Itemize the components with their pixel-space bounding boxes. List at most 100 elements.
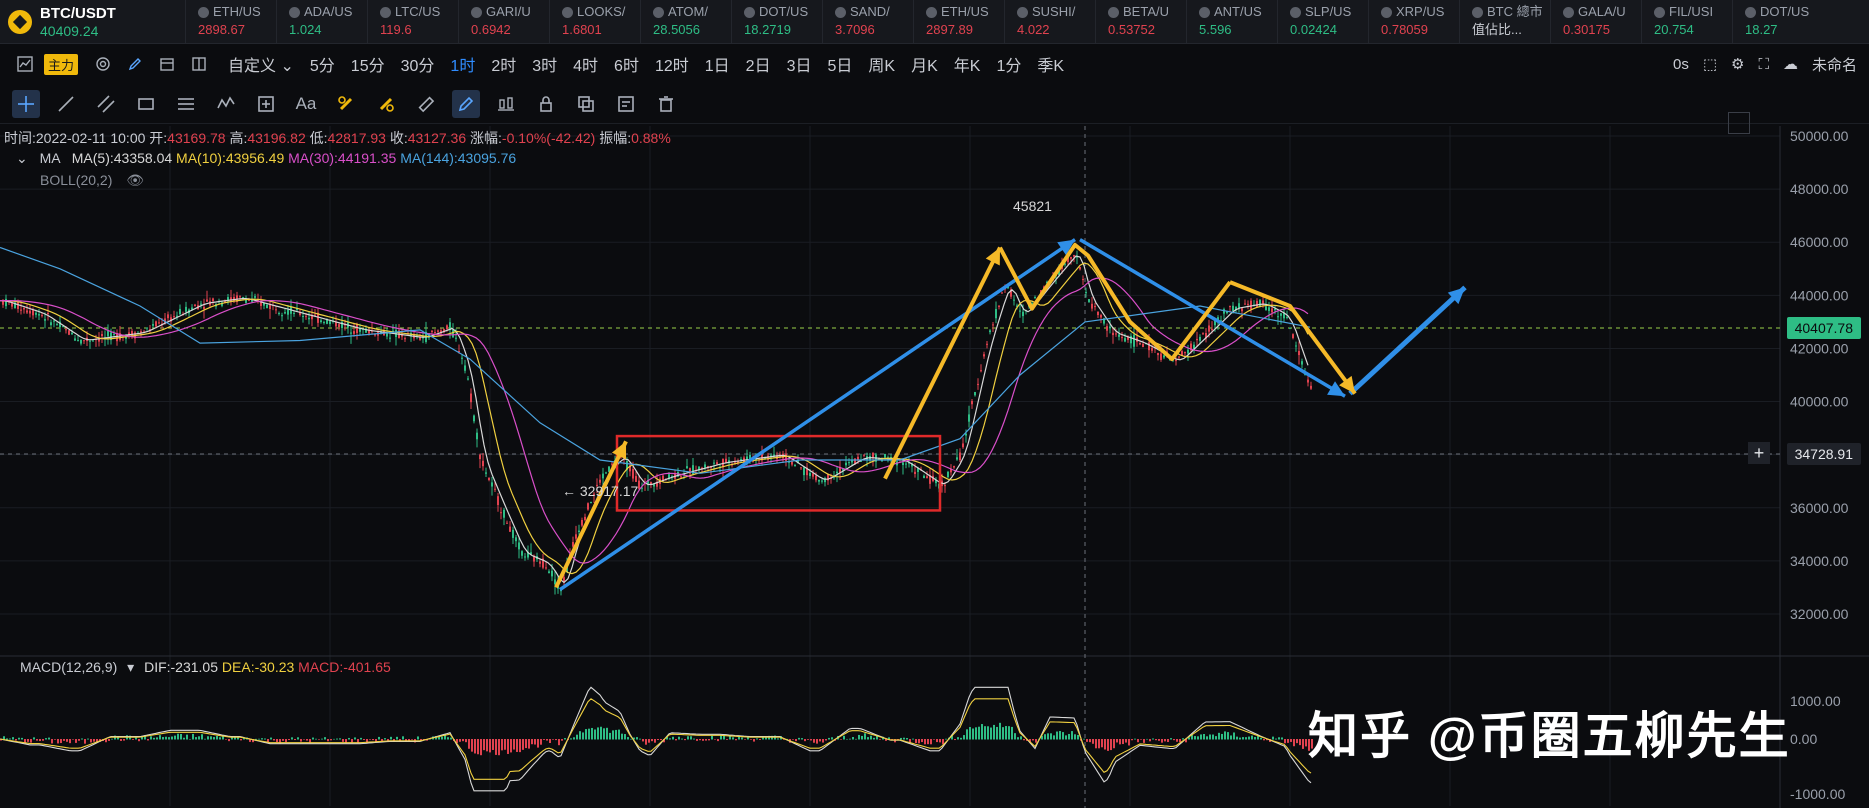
timeframe-8[interactable]: 12时 — [655, 52, 689, 76]
parallel-channel-icon[interactable] — [92, 90, 120, 118]
timeframe-1[interactable]: 15分 — [351, 52, 385, 76]
macd-bar — [672, 736, 674, 740]
measure-icon[interactable] — [252, 90, 280, 118]
pair-price: 40409.24 — [40, 23, 99, 39]
expand-icon[interactable]: ⛶ — [1758, 56, 1769, 73]
price-axis-label: 46000.00 — [1790, 234, 1849, 250]
timeframe-10[interactable]: 2日 — [746, 52, 771, 76]
macd-bar — [1296, 739, 1298, 744]
ticker-value: 值佔比... — [1472, 22, 1522, 37]
candle-body — [1280, 313, 1282, 316]
timeframe-12[interactable]: 5日 — [827, 52, 852, 76]
candle-body — [1187, 349, 1189, 354]
eraser-icon[interactable] — [372, 90, 400, 118]
candle-body — [500, 512, 502, 514]
ticker-item[interactable]: GALA/U 0.30175 — [1550, 0, 1641, 44]
indicator-icon[interactable] — [90, 51, 116, 77]
add-alert-plus-icon[interactable]: + — [1748, 442, 1770, 464]
macd-bar — [546, 739, 548, 741]
macd-bar — [450, 737, 452, 740]
main-force-badge[interactable]: 主力 — [44, 53, 79, 75]
ticker-item[interactable]: GARI/U 0.6942 — [458, 0, 549, 44]
ticker-item[interactable]: BTC 總市 值佔比... — [1459, 0, 1550, 44]
candle-body — [146, 327, 148, 329]
price-axis-label: 48000.00 — [1790, 181, 1849, 197]
fib-retracement-icon[interactable] — [172, 90, 200, 118]
collapse-chevron-icon[interactable]: ⌄ — [16, 150, 28, 166]
timeframe-14[interactable]: 月K — [911, 52, 938, 76]
timeframe-17[interactable]: 季K — [1037, 52, 1064, 76]
timeframe-11[interactable]: 3日 — [787, 52, 812, 76]
main-pair[interactable]: BTC/USDT 40409.24 — [0, 0, 185, 44]
pen-icon[interactable] — [452, 89, 480, 118]
ticker-item[interactable]: ETH/US 2897.89 — [913, 0, 1004, 44]
ticker-item[interactable]: ANT/US 5.596 — [1186, 0, 1277, 44]
fullscreen-exit-icon[interactable]: ⬚ — [1703, 55, 1717, 73]
cursor-icon[interactable] — [12, 89, 40, 118]
timeframe-13[interactable]: 周K — [868, 52, 895, 76]
lock-icon[interactable] — [532, 90, 560, 118]
ticker-item[interactable]: SAND/ 3.7096 — [822, 0, 913, 44]
macd-bar — [999, 722, 1001, 740]
candle-body — [845, 462, 847, 466]
macd-bar — [873, 737, 875, 740]
candle-body — [311, 316, 313, 320]
ticker-item[interactable]: ADA/US 1.024 — [276, 0, 367, 44]
text-icon[interactable]: Aa — [292, 90, 320, 118]
cloud-icon[interactable]: ☁ — [1783, 55, 1798, 73]
ticker-item[interactable]: DOT/US 18.2719 — [731, 0, 822, 44]
magnet-icon[interactable] — [332, 90, 360, 118]
eye-hidden-icon[interactable]: 👁 — [126, 172, 144, 188]
ma-title[interactable]: MA — [40, 150, 60, 166]
account-name[interactable]: 未命名 — [1812, 54, 1857, 75]
macd-bar — [489, 739, 491, 753]
macd-bar — [1302, 739, 1304, 749]
timeframe-0[interactable]: 5分 — [310, 52, 335, 76]
elliott-wave-icon[interactable] — [212, 90, 240, 118]
ruler-icon[interactable] — [412, 90, 440, 118]
timeframe-16[interactable]: 1分 — [996, 52, 1021, 76]
ticker-item[interactable]: BETA/U 0.53752 — [1095, 0, 1186, 44]
custom-timeframe-dropdown[interactable]: 自定义 ⌄ — [228, 52, 294, 76]
trendline-icon[interactable] — [52, 90, 80, 118]
timeframe-5[interactable]: 3时 — [532, 52, 557, 76]
calendar-icon[interactable] — [154, 51, 180, 77]
note-icon[interactable] — [612, 90, 640, 118]
candle-body — [944, 485, 946, 487]
ticker-item[interactable]: SLP/US 0.02424 — [1277, 0, 1368, 44]
ticker-name: BETA/U — [1123, 4, 1169, 19]
ticker-item[interactable]: DOT/US 18.27 — [1732, 0, 1823, 44]
timeframe-6[interactable]: 4时 — [573, 52, 598, 76]
maximize-pane-icon[interactable] — [1728, 112, 1750, 134]
rectangle-icon[interactable] — [132, 90, 160, 118]
timeframe-15[interactable]: 年K — [954, 52, 981, 76]
timeframe-3[interactable]: 1时 — [450, 52, 475, 76]
trash-icon[interactable] — [652, 90, 680, 118]
macd-dropdown-icon[interactable]: ▾ — [127, 659, 134, 675]
boll-title[interactable]: BOLL(20,2) — [40, 172, 112, 188]
settings-gear-icon[interactable]: ⚙ — [1731, 55, 1744, 73]
candle-body — [194, 304, 196, 307]
timeframe-7[interactable]: 6时 — [614, 52, 639, 76]
chart-area[interactable]: 50000.00 48000.00 46000.00 44000.00 42000.00… — [0, 112, 1869, 808]
timeframe-4[interactable]: 2时 — [491, 52, 516, 76]
draw-pen-icon[interactable] — [122, 51, 148, 77]
copy-icon[interactable] — [572, 90, 600, 118]
ticker-item[interactable]: FIL/USI 20.754 — [1641, 0, 1732, 44]
ticker-item[interactable]: ETH/US 2898.67 — [185, 0, 276, 44]
chart-type-icon[interactable] — [12, 51, 38, 77]
layout-icon[interactable] — [186, 51, 212, 77]
candle-body — [1265, 306, 1267, 311]
candle-compare-icon[interactable] — [492, 90, 520, 118]
macd-title[interactable]: MACD(12,26,9) — [20, 659, 117, 675]
ticker-item[interactable]: ATOM/ 28.5056 — [640, 0, 731, 44]
candle-body — [968, 414, 970, 422]
ticker-item[interactable]: LOOKS/ 1.6801 — [549, 0, 640, 44]
candle-body — [281, 315, 283, 317]
ticker-item[interactable]: SUSHI/ 4.022 — [1004, 0, 1095, 44]
macd-bar — [675, 739, 677, 741]
ticker-item[interactable]: XRP/US 0.78059 — [1368, 0, 1459, 44]
ticker-item[interactable]: LTC/US 119.6 — [367, 0, 458, 44]
timeframe-9[interactable]: 1日 — [705, 52, 730, 76]
timeframe-2[interactable]: 30分 — [401, 52, 435, 76]
